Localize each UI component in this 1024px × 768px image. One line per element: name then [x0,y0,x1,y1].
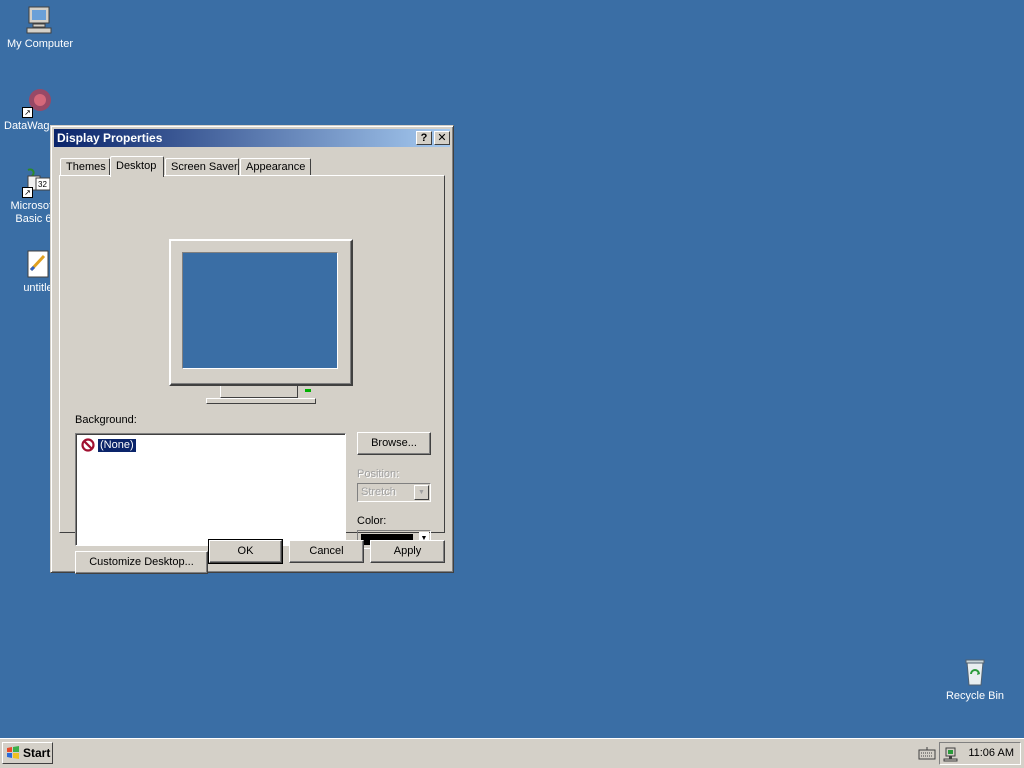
start-label: Start [23,746,51,760]
ok-button[interactable]: OK [208,539,283,564]
shortcut-arrow-icon: ↗ [22,187,33,198]
position-label: Position: [357,468,400,480]
apply-button[interactable]: Apply [370,540,445,563]
monitor-stand [220,386,298,398]
position-value: Stretch [361,486,396,498]
tab-appearance[interactable]: Appearance [240,158,311,176]
list-item[interactable]: (None) [81,437,137,453]
desktop-preview-screen [182,252,338,369]
button-label: Apply [393,545,422,557]
desktop-icon-recycle-bin[interactable]: Recycle Bin [937,656,1013,703]
datawag-icon: ↗ [22,86,54,118]
position-select[interactable]: Stretch ▼ [357,483,431,502]
background-listbox[interactable]: (None) [75,433,346,546]
monitor-base [206,398,316,404]
tab-desktop[interactable]: Desktop [110,156,164,177]
desktop-icon-label: Recycle Bin [945,690,1005,702]
svg-text:32: 32 [38,180,47,189]
desktop-tab-panel: Background: (None) Browse... Position: S… [59,175,445,574]
background-label: Background: [75,414,137,426]
tab-themes[interactable]: Themes [60,158,110,176]
close-icon: ✕ [437,132,447,144]
button-label: OK [237,545,254,557]
chevron-down-icon[interactable]: ▼ [414,485,429,500]
power-led [305,389,311,392]
none-icon [81,438,95,452]
color-label: Color: [357,515,387,527]
shortcut-arrow-icon: ↗ [22,107,33,118]
desktop-icon-label: My Computer [6,38,74,50]
help-icon: ? [420,132,428,144]
close-button[interactable]: ✕ [434,131,450,145]
cancel-button[interactable]: Cancel [289,540,364,563]
tab-screen-saver[interactable]: Screen Saver [165,158,239,176]
title-bar[interactable]: Display Properties ? ✕ [54,129,450,147]
button-label: Cancel [309,545,344,557]
desktop-icon-my-computer[interactable]: My Computer [2,4,78,51]
customize-desktop-button[interactable]: Customize Desktop... [75,551,208,574]
browse-button[interactable]: Browse... [357,432,431,455]
my-computer-icon [24,4,56,36]
windows-logo-icon [7,746,19,759]
network-icon[interactable] [943,746,959,762]
clock[interactable]: 11:06 AM [968,747,1014,759]
start-button[interactable]: Start [2,742,53,764]
tab-label: Screen Saver [171,161,238,173]
taskbar: Start 11:06 AM [0,738,1024,768]
system-tray: 11:06 AM [939,742,1021,765]
recycle-bin-icon [959,656,991,688]
help-button[interactable]: ? [416,131,432,145]
button-label: Browse... [371,437,417,449]
tab-label: Appearance [246,161,306,173]
list-item-label: (None) [97,437,137,453]
tab-label: Desktop [116,160,157,172]
monitor-preview [169,239,353,392]
keyboard-icon[interactable] [918,747,936,760]
button-label: Customize Desktop... [89,556,194,568]
display-properties-window: Display Properties ? ✕ Themes Desktop Sc… [50,125,454,574]
tab-label: Themes [66,161,106,173]
window-title: Display Properties [57,131,163,145]
